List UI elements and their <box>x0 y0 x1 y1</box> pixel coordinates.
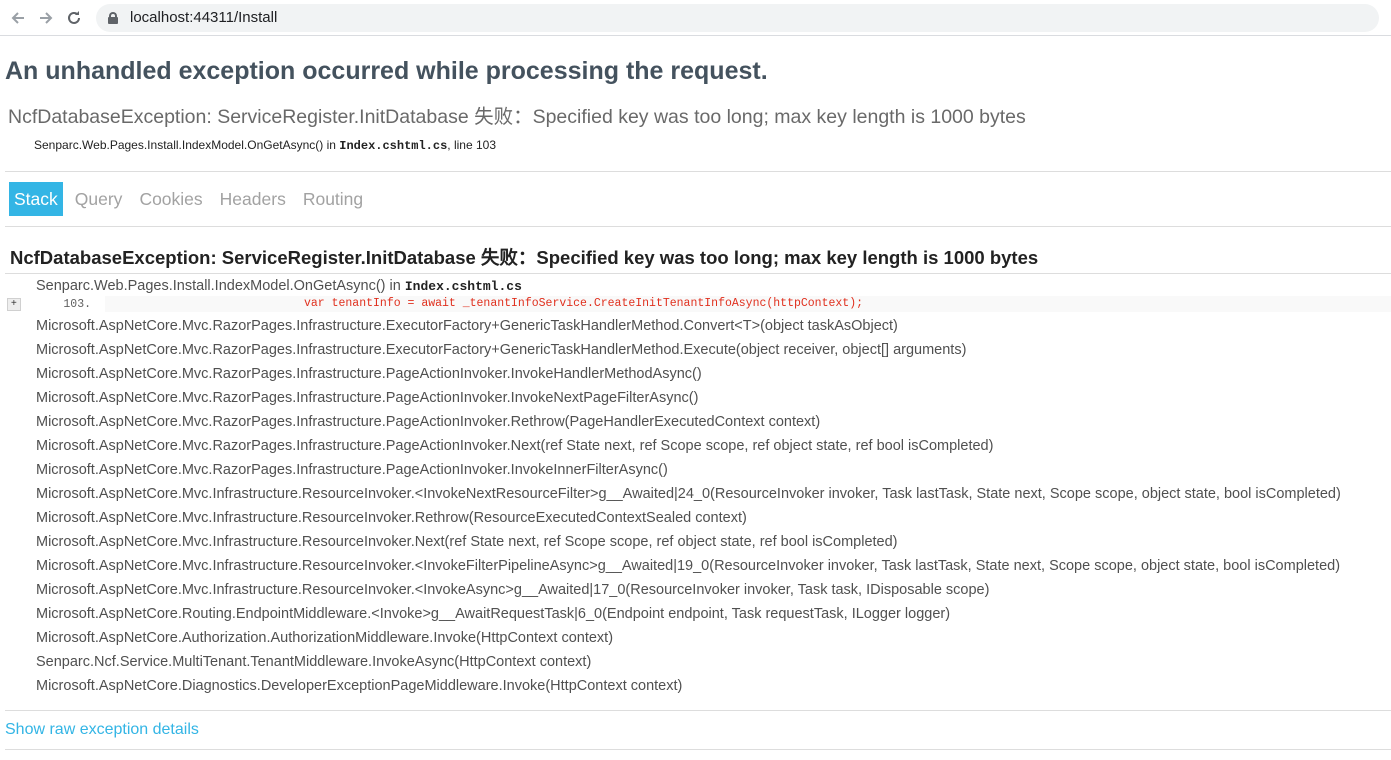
stack-frame: Microsoft.AspNetCore.Authorization.Autho… <box>36 630 614 646</box>
source-line-number: 103. <box>63 297 91 311</box>
location-line: , line 103 <box>447 138 496 152</box>
frame-method: Senparc.Web.Pages.Install.IndexModel.OnG… <box>36 278 405 294</box>
stack-frame: Microsoft.AspNetCore.Mvc.Infrastructure.… <box>36 582 990 598</box>
url-text[interactable]: localhost:44311/Install <box>130 9 277 26</box>
stack-frames: Senparc.Web.Pages.Install.IndexModel.OnG… <box>5 274 1391 698</box>
divider <box>5 749 1391 750</box>
frame-file: Index.cshtml.cs <box>404 279 522 294</box>
reload-button[interactable] <box>60 4 88 32</box>
source-line-code: var tenantInfo = await _tenantInfoServic… <box>105 296 1391 312</box>
error-location: Senparc.Web.Pages.Install.IndexModel.OnG… <box>5 137 1391 154</box>
stack-frame: Microsoft.AspNetCore.Diagnostics.Develop… <box>36 678 683 694</box>
tab-stack[interactable]: Stack <box>9 182 63 216</box>
browser-toolbar: localhost:44311/Install <box>0 0 1391 36</box>
page-title: An unhandled exception occurred while pr… <box>5 57 768 85</box>
tab-query[interactable]: Query <box>70 182 128 216</box>
lock-icon <box>108 11 118 24</box>
stack-frame: Microsoft.AspNetCore.Mvc.RazorPages.Infr… <box>36 366 702 382</box>
stack-frame: Microsoft.AspNetCore.Mvc.RazorPages.Infr… <box>36 414 821 430</box>
location-file: Index.cshtml.cs <box>339 139 448 153</box>
stack-frame: Microsoft.AspNetCore.Mvc.RazorPages.Infr… <box>36 318 898 334</box>
stack-frame: Microsoft.AspNetCore.Mvc.Infrastructure.… <box>36 534 898 550</box>
location-method: Senparc.Web.Pages.Install.IndexModel.OnG… <box>34 138 340 152</box>
stack-frame: Microsoft.AspNetCore.Mvc.RazorPages.Infr… <box>36 342 967 358</box>
divider <box>5 226 1391 227</box>
stack-frame: Senparc.Web.Pages.Install.IndexModel.OnG… <box>5 274 1391 294</box>
arrow-left-icon <box>11 11 24 24</box>
stack-frame: Microsoft.AspNetCore.Mvc.Infrastructure.… <box>36 486 1341 502</box>
source-snippet: + 103. var tenantInfo = await _tenantInf… <box>5 295 1391 313</box>
tab-cookies[interactable]: Cookies <box>134 182 207 216</box>
stack-frame: Microsoft.AspNetCore.Mvc.RazorPages.Infr… <box>36 438 994 454</box>
stack-frame: Microsoft.AspNetCore.Mvc.Infrastructure.… <box>36 558 1341 574</box>
tab-bar: Stack Query Cookies Headers Routing <box>5 172 1391 226</box>
show-raw-exception-link[interactable]: Show raw exception details <box>5 711 1391 749</box>
forward-button[interactable] <box>32 4 60 32</box>
stack-frame: Microsoft.AspNetCore.Mvc.RazorPages.Infr… <box>36 462 668 478</box>
tab-headers[interactable]: Headers <box>215 182 291 216</box>
address-bar[interactable]: localhost:44311/Install <box>96 3 1379 32</box>
stack-frame: Senparc.Ncf.Service.MultiTenant.TenantMi… <box>36 654 592 670</box>
stack-frame: Microsoft.AspNetCore.Mvc.Infrastructure.… <box>36 510 747 526</box>
error-message: NcfDatabaseException: ServiceRegister.In… <box>8 106 1026 128</box>
error-page: An unhandled exception occurred while pr… <box>0 56 1391 750</box>
back-button[interactable] <box>4 4 32 32</box>
stack-title: NcfDatabaseException: ServiceRegister.In… <box>10 247 1039 268</box>
reload-icon <box>68 10 80 24</box>
tab-routing[interactable]: Routing <box>298 182 368 216</box>
arrow-right-icon <box>40 11 53 24</box>
stack-frame: Microsoft.AspNetCore.Mvc.RazorPages.Infr… <box>36 390 699 406</box>
stack-frame: Microsoft.AspNetCore.Routing.EndpointMid… <box>36 606 951 622</box>
expand-button[interactable]: + <box>7 297 21 311</box>
